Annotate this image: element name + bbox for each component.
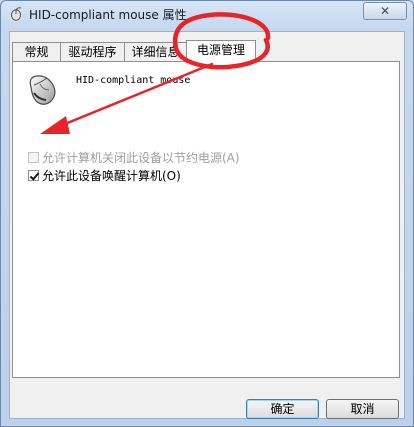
allow-wake-checkbox[interactable] <box>28 169 39 181</box>
title-bar[interactable]: HID-compliant mouse 属性 ✕ <box>1 1 413 27</box>
mouse-icon <box>11 7 22 21</box>
allow-wake-option[interactable]: 允许此设备唤醒计算机(O) <box>28 168 181 183</box>
properties-dialog: HID-compliant mouse 属性 ✕ 常规 驱动程序 详细信息 电源… <box>0 0 414 427</box>
allow-power-off-checkbox[interactable] <box>28 151 39 163</box>
window-title: HID-compliant mouse 属性 <box>29 8 187 22</box>
ok-button[interactable]: 确定 <box>246 399 319 419</box>
tab-power-management[interactable]: 电源管理 <box>186 40 256 63</box>
dialog-client-area: 常规 驱动程序 详细信息 电源管理 HID-compliant mouse 允许… <box>9 31 405 419</box>
tab-details[interactable]: 详细信息 <box>124 42 187 62</box>
allow-wake-label: 允许此设备唤醒计算机(O) <box>42 168 181 183</box>
device-name: HID-compliant mouse <box>76 75 191 86</box>
power-management-panel: HID-compliant mouse 允许计算机关闭此设备以节约电源(A) 允… <box>12 61 400 378</box>
close-icon: ✕ <box>379 4 391 18</box>
allow-power-off-option[interactable]: 允许计算机关闭此设备以节约电源(A) <box>28 150 240 165</box>
close-button[interactable]: ✕ <box>363 2 407 20</box>
tab-general[interactable]: 常规 <box>12 42 61 62</box>
cancel-button[interactable]: 取消 <box>326 399 399 419</box>
tab-driver[interactable]: 驱动程序 <box>60 42 125 62</box>
mouse-icon <box>29 75 56 105</box>
allow-power-off-label: 允许计算机关闭此设备以节约电源(A) <box>42 150 240 165</box>
